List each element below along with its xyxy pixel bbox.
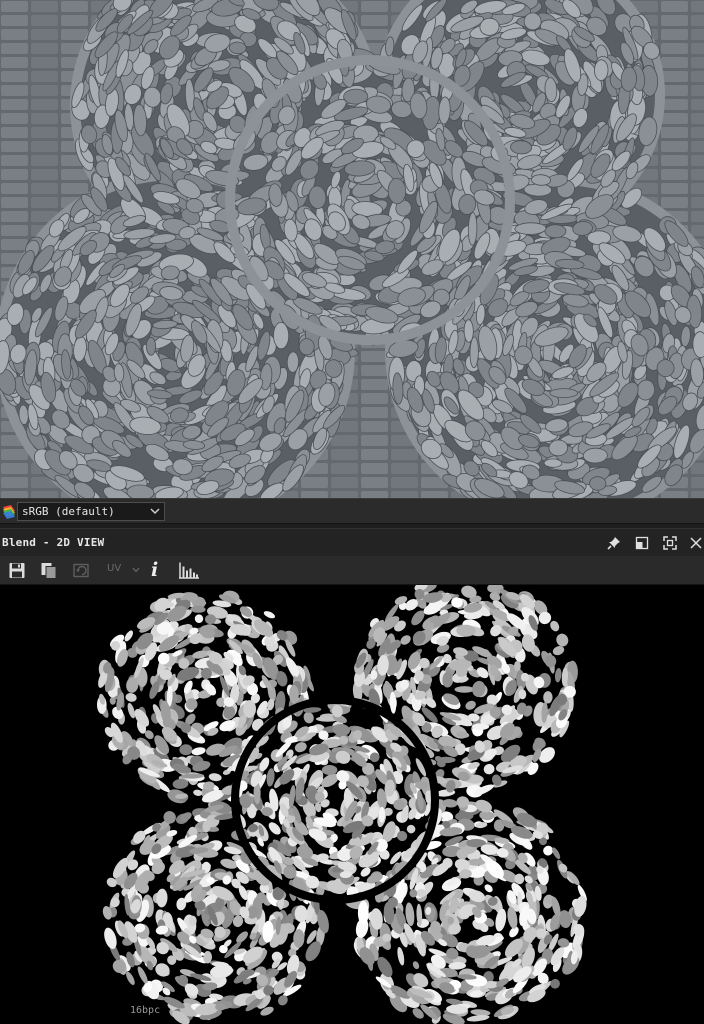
colorspace-value: sRGB (default)	[22, 505, 115, 518]
chevron-down-icon[interactable]	[132, 567, 140, 573]
pebble-mask	[96, 585, 587, 1024]
2d-view-header: Blend - 2D VIEW	[0, 528, 704, 556]
3d-render	[0, 0, 704, 498]
3d-viewport[interactable]	[0, 0, 704, 498]
chevron-down-icon	[150, 508, 160, 515]
histogram-icon[interactable]	[178, 561, 200, 580]
blend-mask-texture	[96, 585, 587, 1024]
panel-title: Blend - 2D VIEW	[2, 536, 105, 549]
2d-view-canvas[interactable]	[0, 585, 704, 1024]
copy-icon[interactable]	[40, 561, 58, 580]
float-window-icon[interactable]	[634, 535, 650, 551]
refresh-icon[interactable]	[72, 561, 92, 580]
pin-icon[interactable]	[606, 535, 622, 551]
close-icon[interactable]	[688, 535, 704, 551]
color-profile-icon[interactable]	[1, 503, 17, 521]
colorspace-bar: sRGB (default)	[0, 498, 704, 524]
uv-dropdown[interactable]: UV	[107, 563, 121, 574]
2d-view-toolbar: UV i	[0, 556, 704, 585]
info-button[interactable]: i	[151, 559, 158, 581]
bit-depth-label: 16bpc	[130, 1005, 161, 1016]
colorspace-dropdown[interactable]: sRGB (default)	[17, 502, 165, 521]
maximize-icon[interactable]	[662, 535, 678, 551]
save-icon[interactable]	[8, 561, 26, 580]
